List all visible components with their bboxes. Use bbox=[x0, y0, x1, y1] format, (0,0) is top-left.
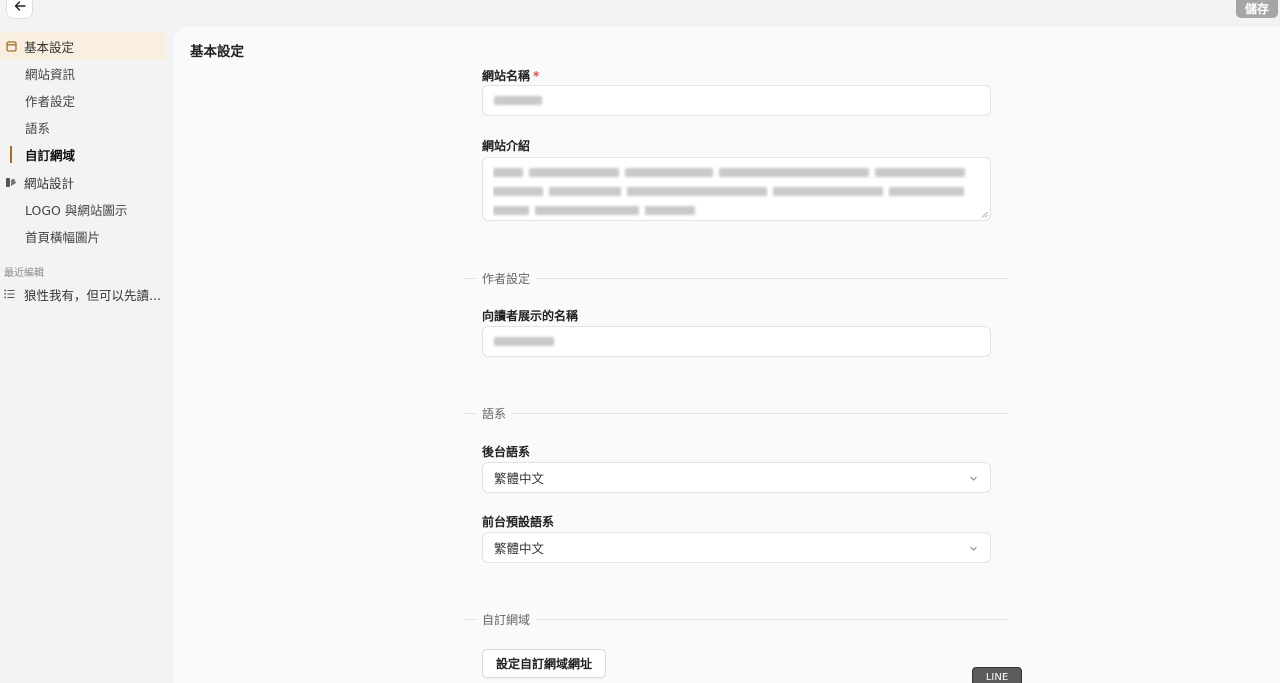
redacted-value bbox=[494, 96, 542, 105]
backend-language-label: 後台語系 bbox=[482, 445, 531, 459]
window-icon bbox=[4, 39, 18, 53]
recent-item[interactable]: 狼性我有，但可以先讀... bbox=[0, 282, 172, 306]
sidebar-group-label: 基本設定 bbox=[24, 39, 75, 55]
sidebar-item-author-settings[interactable]: 作者設定 bbox=[0, 87, 172, 114]
language-section-title: 語系 bbox=[482, 406, 507, 421]
display-name-input[interactable] bbox=[482, 326, 991, 357]
sidebar-group-site-design[interactable]: 網站設計 bbox=[0, 168, 166, 196]
sidebar-item-home-banner[interactable]: 首頁橫幅圖片 bbox=[0, 223, 172, 250]
main-panel: 基本設定 網站名稱 * 網站介紹 作者設定 向讀者展示的名稱 語系 後台語系 繁… bbox=[173, 27, 1280, 683]
site-name-label-text: 網站名稱 bbox=[482, 69, 531, 83]
frontend-language-label: 前台預設語系 bbox=[482, 515, 555, 529]
page-title: 基本設定 bbox=[190, 44, 244, 60]
site-name-label: 網站名稱 * bbox=[482, 67, 539, 84]
display-name-label: 向讀者展示的名稱 bbox=[482, 309, 579, 323]
sidebar-item-logo-favicon[interactable]: LOGO 與網站圖示 bbox=[0, 196, 172, 223]
chevron-down-icon bbox=[970, 476, 977, 481]
author-section-title: 作者設定 bbox=[482, 271, 531, 286]
domain-section-title: 自訂網域 bbox=[482, 612, 531, 627]
sidebar: 基本設定 網站資訊 作者設定 語系 自訂網域 網站設計 LOGO 與網站圖示 首… bbox=[0, 32, 172, 306]
frontend-language-value: 繁體中文 bbox=[494, 541, 545, 556]
recent-item-label: 狼性我有，但可以先讀... bbox=[24, 287, 161, 303]
palette-icon bbox=[4, 175, 18, 189]
sidebar-group-label: 網站設計 bbox=[24, 175, 75, 191]
set-custom-domain-button[interactable]: 設定自訂網域網址 bbox=[482, 649, 606, 678]
site-intro-textarea[interactable] bbox=[482, 157, 991, 221]
list-icon bbox=[4, 289, 18, 299]
sidebar-item-site-info[interactable]: 網站資訊 bbox=[0, 60, 172, 87]
arrow-left-icon bbox=[14, 0, 26, 11]
redacted-value bbox=[494, 337, 554, 346]
sidebar-item-language[interactable]: 語系 bbox=[0, 114, 172, 141]
backend-language-value: 繁體中文 bbox=[494, 471, 545, 486]
recent-edits-title: 最近編輯 bbox=[4, 267, 44, 279]
required-mark: * bbox=[533, 69, 540, 83]
author-section-divider: 作者設定 bbox=[464, 269, 1007, 287]
sidebar-item-custom-domain[interactable]: 自訂網域 bbox=[0, 141, 172, 168]
site-intro-label: 網站介紹 bbox=[482, 139, 531, 153]
language-section-divider: 語系 bbox=[464, 404, 1007, 422]
frontend-language-select[interactable]: 繁體中文 bbox=[482, 532, 991, 563]
sidebar-group-basic-settings[interactable]: 基本設定 bbox=[0, 32, 166, 60]
backend-language-select[interactable]: 繁體中文 bbox=[482, 462, 991, 493]
back-button[interactable] bbox=[6, 0, 33, 19]
resize-handle-icon[interactable] bbox=[981, 211, 988, 218]
site-name-input[interactable] bbox=[482, 85, 991, 116]
save-button[interactable]: 儲存 bbox=[1236, 0, 1278, 18]
chevron-down-icon bbox=[970, 546, 977, 551]
domain-section-divider: 自訂網域 bbox=[464, 610, 1007, 628]
line-badge[interactable]: LINE bbox=[972, 667, 1022, 683]
